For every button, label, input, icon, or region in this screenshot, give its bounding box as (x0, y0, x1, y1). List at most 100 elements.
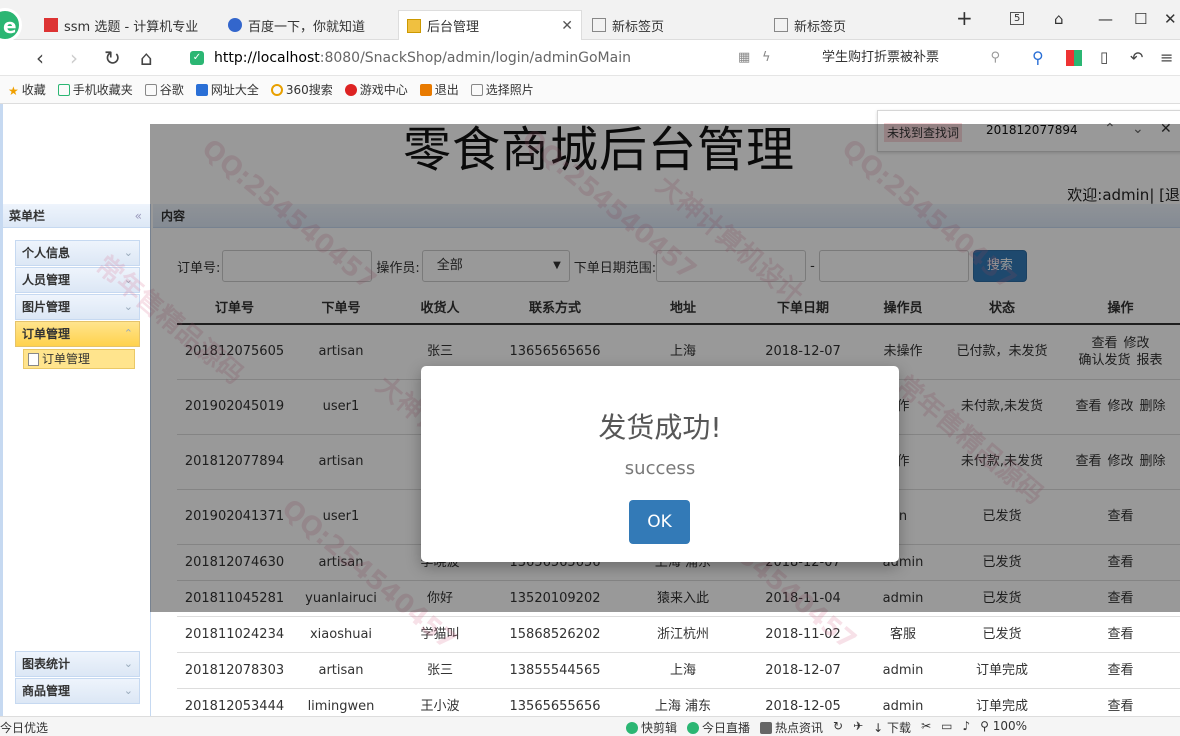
bookmark-photo[interactable]: 选择照片 (470, 81, 534, 98)
bookmark-360[interactable]: 360搜索 (270, 81, 333, 98)
chevron-down-icon: ⌄ (123, 273, 133, 286)
sidebar-item-images[interactable]: 图片管理 ⌄ (15, 294, 140, 320)
forward-icon[interactable]: › (70, 46, 78, 70)
sidebar-item-users[interactable]: 人员管理 ⌄ (15, 267, 140, 293)
table-cell: 13565655656 (490, 688, 620, 716)
tab-baidu[interactable]: 百度一下，你就知道 (220, 10, 396, 40)
speaker-icon[interactable]: ♪ (962, 719, 970, 736)
screenshot-icon[interactable]: ✂ (921, 719, 931, 736)
news-icon (760, 722, 773, 734)
lightning-icon[interactable]: ϟ (762, 50, 771, 65)
sidebar-header: 菜单栏 « (3, 204, 150, 228)
row-action-link[interactable]: 查看 (1107, 626, 1133, 643)
table-row: 201811024234 xiaoshuai 学猫叫 15868526202 浙江杭州 2… (177, 616, 1180, 653)
reload-icon[interactable]: ↻ (104, 46, 121, 70)
menu-icon[interactable]: ≡ (1160, 48, 1173, 67)
download-icon: ↓ (873, 721, 888, 735)
page-icon (144, 83, 157, 96)
exit-icon (419, 83, 432, 96)
find-icon[interactable]: ⚲ (1032, 48, 1044, 67)
undo-icon[interactable]: ↶ (1130, 48, 1143, 67)
bookmark-mobile[interactable]: 手机收藏夹 (57, 81, 133, 98)
sidebar: 菜单栏 « 个人信息 ⌄ 人员管理 ⌄ 图片管理 ⌄ 订单管理 ⌃ 订单管理 图表统计 ⌄… (3, 204, 151, 716)
back-icon[interactable]: ‹ (36, 46, 44, 70)
sidebar-item-orders[interactable]: 订单管理 ⌃ (15, 321, 140, 347)
status-left[interactable]: 今日优选 (0, 719, 48, 736)
status-item-clip[interactable]: 快剪辑 (626, 719, 677, 736)
table-cell: 已发货 (946, 616, 1058, 653)
zoom-level[interactable]: ⚲ 100% (980, 719, 1027, 736)
table-cell: 上海 浦东 (620, 688, 746, 716)
shirt-icon[interactable]: ⌂ (1054, 10, 1064, 28)
page-icon (470, 83, 483, 96)
status-item-download[interactable]: ↓ 下载 (873, 719, 911, 736)
close-icon[interactable]: ✕ (561, 18, 573, 34)
home-icon[interactable]: ⌂ (140, 46, 153, 70)
bookmark-google[interactable]: 谷歌 (144, 81, 184, 98)
apps-icon[interactable] (1066, 50, 1082, 66)
phone-icon[interactable]: ▯ (1100, 48, 1108, 66)
star-icon: ★ (8, 83, 19, 98)
status-items: 快剪辑 今日直播 热点资讯 ↻ ✈ ↓ 下载 ✂ ▭ ♪ ⚲ 100% (626, 719, 1027, 736)
success-dialog: 发货成功! success OK (421, 366, 899, 562)
bookmark-exit[interactable]: 退出 (419, 81, 459, 98)
actions-cell: 查看 (1058, 652, 1180, 689)
table-cell: artisan (292, 652, 390, 689)
table-cell: 15868526202 (490, 616, 620, 653)
360-icon (270, 83, 283, 96)
row-action-link[interactable]: 查看 (1107, 698, 1133, 715)
favicon-icon (44, 18, 58, 32)
status-bar: 今日优选 快剪辑 今日直播 热点资讯 ↻ ✈ ↓ 下载 ✂ ▭ ♪ ⚲ 100% (0, 716, 1180, 736)
tab-admin[interactable]: 后台管理 ✕ (398, 10, 582, 40)
table-cell: 张三 (390, 652, 490, 689)
search-input[interactable]: 学生购打折票被补票 ⚲ (814, 46, 1006, 70)
status-item-live[interactable]: 今日直播 (687, 719, 750, 736)
search-icon[interactable]: ⚲ (990, 46, 1000, 70)
play-icon (687, 722, 700, 734)
tab-count-badge[interactable]: 5 (1010, 12, 1025, 25)
chevron-down-icon: ⌄ (123, 300, 133, 313)
qr-icon[interactable]: ▦ (738, 50, 750, 65)
chevron-up-icon: ⌃ (123, 327, 133, 340)
bookmarks-bar: ★ 收藏 手机收藏夹 谷歌 网址大全 360搜索 游戏中心 退出 选择照片 (0, 76, 1180, 104)
table-row: 201812078303 artisan 张三 13855544565 上海 2018-1… (177, 652, 1180, 689)
bookmark-games[interactable]: 游戏中心 (344, 81, 408, 98)
table-cell: 上海 (620, 652, 746, 689)
collapse-icon[interactable]: « (135, 204, 142, 228)
sidebar-item-charts[interactable]: 图表统计 ⌄ (15, 651, 140, 677)
window-close-icon[interactable]: ✕ (1164, 10, 1177, 28)
refresh-icon[interactable]: ↻ (833, 719, 843, 736)
maximize-icon[interactable]: ☐ (1134, 10, 1147, 28)
row-action-link[interactable]: 查看 (1107, 662, 1133, 679)
table-cell: 订单完成 (946, 652, 1058, 689)
ok-button[interactable]: OK (629, 500, 690, 544)
tab-ssm[interactable]: ssm 选题 - 计算机专业 (36, 10, 216, 40)
pin-icon[interactable]: ✈ (853, 719, 863, 736)
bookmark-favorites[interactable]: ★ 收藏 (8, 81, 46, 98)
dialog-title: 发货成功! (598, 411, 722, 444)
actions-cell: 查看 (1058, 616, 1180, 653)
phone-icon (57, 83, 70, 96)
sidebar-subitem-order-manage[interactable]: 订单管理 (23, 349, 135, 369)
table-cell: 浙江杭州 (620, 616, 746, 653)
status-item-news[interactable]: 热点资讯 (760, 719, 823, 736)
tab-new-2[interactable]: 新标签页 (766, 10, 942, 40)
table-cell: 201812053444 (177, 688, 292, 716)
bookmark-sites[interactable]: 网址大全 (195, 81, 259, 98)
game-icon (344, 83, 357, 96)
url-host: http://localhost (214, 50, 320, 66)
table-cell: 王小波 (390, 688, 490, 716)
sidebar-item-products[interactable]: 商品管理 ⌄ (15, 678, 140, 704)
page-icon (407, 18, 421, 33)
url-field[interactable]: ✓ http://localhost:8080/SnackShop/admin/… (190, 44, 810, 72)
url-path: :8080/SnackShop/admin/login/adminGoMain (319, 50, 631, 66)
sidebar-bottom-menu: 图表统计 ⌄ 商品管理 ⌄ (15, 650, 140, 704)
new-tab-icon[interactable]: + (956, 6, 973, 30)
tab-new-1[interactable]: 新标签页 (584, 10, 760, 40)
table-cell: 2018-12-05 (746, 688, 860, 716)
window-icon[interactable]: ▭ (941, 719, 952, 736)
minimize-icon[interactable]: — (1098, 10, 1113, 28)
table-cell: 201811024234 (177, 616, 292, 653)
play-icon (626, 722, 638, 734)
sidebar-item-profile[interactable]: 个人信息 ⌄ (15, 240, 140, 266)
